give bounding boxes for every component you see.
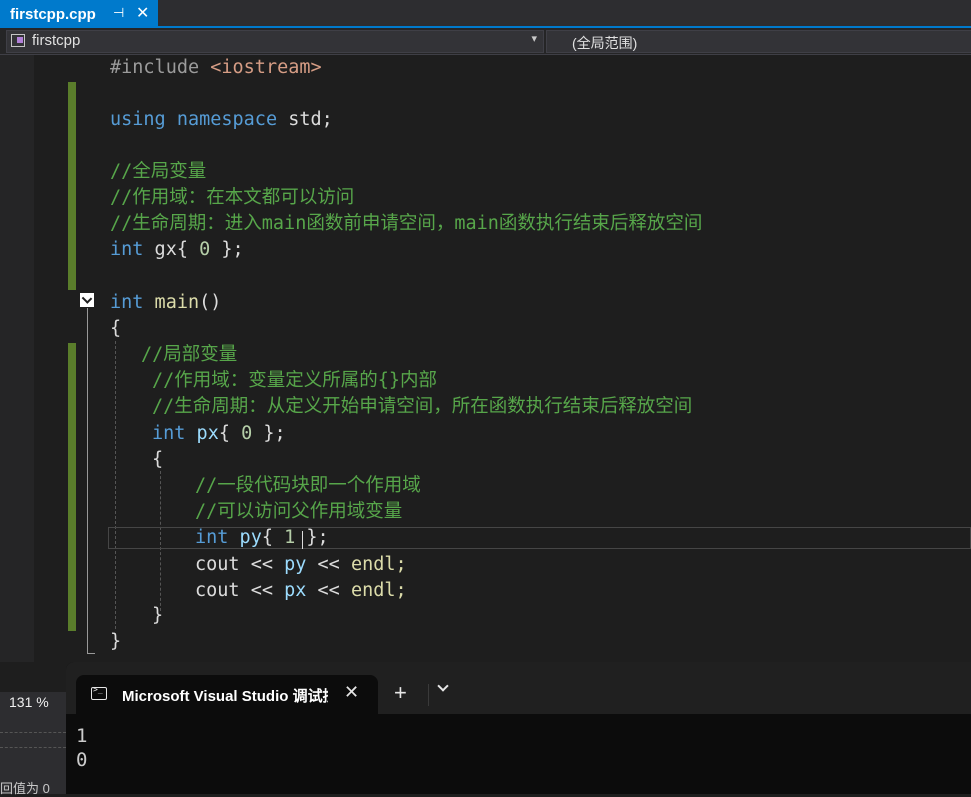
tab-title: firstcpp.cpp [10,5,96,23]
pin-icon[interactable]: ⊣ [113,5,124,21]
chevron-down-icon[interactable] [437,682,448,693]
indent-guide [115,341,116,629]
code-text: { [218,423,242,444]
new-tab-button[interactable]: + [394,680,407,706]
code-line: { [110,318,122,339]
variable: py [228,527,262,548]
navigation-bar: firstcpp ▾ (全局范围) [0,28,971,55]
code-editor[interactable]: #include <iostream> using namespace std;… [0,55,971,662]
number-literal: 0 [241,423,253,444]
code-line: cout << py << endl; [195,552,407,578]
code-text: () [199,292,222,313]
code-line: int gx{ 0 }; [110,237,244,263]
fold-line [87,308,88,654]
keyword: int [110,239,144,260]
document-tab-strip: firstcpp.cpp ⊣ ✕ [0,0,971,28]
close-icon[interactable]: ✕ [136,3,149,23]
terminal-tab-title: Microsoft Visual Studio 调试控制台 [122,688,328,705]
output-line: 1 [76,725,88,747]
code-line: #include <iostream> [110,55,322,81]
comment-line: //全局变量 [110,161,207,182]
code-line: { [152,449,164,470]
code-text: }; [210,239,244,260]
chevron-down-icon: ▾ [531,33,537,45]
comment-line: //局部变量 [141,344,238,365]
divider [428,684,429,706]
code-text: std; [277,109,333,130]
identifier: endl; [339,580,407,601]
terminal-tab[interactable]: Microsoft Visual Studio 调试控制台 ✕ [76,675,378,714]
variable: px [272,580,307,601]
include-header: <iostream> [210,57,322,78]
terminal-output: 1 0 [76,724,87,772]
code-text: { [176,239,200,260]
number-literal: 1 [284,527,296,548]
code-text: cout [195,554,251,575]
code-line: cout << px << endl; [195,578,407,604]
code-line: int py{ 1 }; [195,525,329,551]
change-tracking-bar [68,343,76,631]
output-line: 0 [76,749,88,771]
change-tracking-bar [68,82,76,290]
operator: << [306,554,340,575]
collapse-icon[interactable] [80,293,94,307]
comment-line: //生命周期：从定义开始申请空间，所在函数执行结束后释放空间 [152,396,693,417]
comment-line: //生命周期：进入main函数前申请空间，main函数执行结束后释放空间 [110,213,703,234]
output-text: 回值为 0 [0,781,50,796]
project-dropdown[interactable]: firstcpp ▾ [6,30,544,53]
number-literal: 0 [199,239,211,260]
comment-line: //一段代码块即一个作用域 [195,475,421,496]
identifier: endl; [339,554,407,575]
project-label: firstcpp [32,32,81,49]
comment-line: //作用域：在本文都可以访问 [110,187,355,208]
keyword: int [152,423,186,444]
code-line: int main() [110,290,221,316]
keyword: using [110,109,166,130]
scope-dropdown[interactable]: (全局范围) [546,30,971,53]
code-text: }; [295,527,329,548]
code-line: int px{ 0 }; [152,421,286,447]
keyword: int [195,527,229,548]
divider [0,732,66,748]
fold-end [87,653,95,654]
code-line: using namespace std; [110,107,333,133]
function-name: main [143,292,200,313]
project-icon [11,34,25,47]
code-text: { [261,527,285,548]
indicator-margin [0,55,34,662]
close-icon[interactable]: ✕ [344,682,359,703]
operator: << [250,580,273,601]
comment-line: //可以访问父作用域变量 [195,501,403,522]
terminal-title-bar: Microsoft Visual Studio 调试控制台 ✕ + [66,662,971,714]
zoom-value: 131 % [9,694,49,710]
scope-label: (全局范围) [572,35,638,51]
debug-console-window[interactable]: Microsoft Visual Studio 调试控制台 ✕ + 1 0 [66,662,971,794]
keyword: namespace [165,109,278,130]
comment-line: //作用域：变量定义所属的{}内部 [152,370,438,391]
code-text: cout [195,580,251,601]
operator: << [250,554,273,575]
operator: << [306,580,340,601]
variable: py [272,554,307,575]
terminal-icon [91,685,107,700]
keyword: int [110,292,144,313]
variable: px [185,423,219,444]
preprocessor-directive: #include [110,57,211,78]
document-tab-firstcpp[interactable]: firstcpp.cpp ⊣ ✕ [0,0,158,28]
code-line: } [110,631,122,652]
identifier: gx [143,239,177,260]
zoom-level-control[interactable]: 131 % [0,692,66,714]
code-line: } [152,605,164,626]
code-text: }; [252,423,286,444]
